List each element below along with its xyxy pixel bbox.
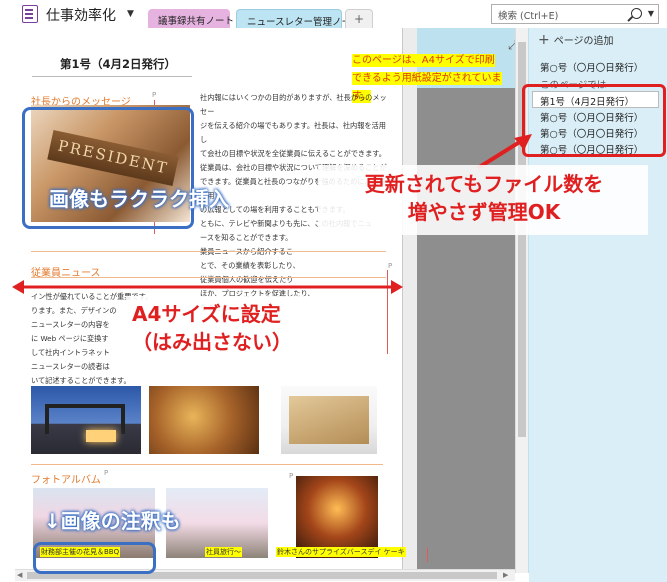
paragraph-handle[interactable]: P (388, 262, 392, 270)
annotation-line: A4サイズに設定 (132, 302, 281, 326)
section-divider (31, 464, 383, 465)
chevron-down-icon[interactable]: ▼ (648, 9, 654, 18)
text-line: ニュースレターの読者は (31, 362, 110, 371)
caption-highlight-box (33, 542, 156, 574)
annotation-line: 増やさず管理OK (407, 200, 561, 224)
text-line: て会社の目標や状況を全従業員に伝えることができます。 (200, 149, 386, 158)
page-title[interactable]: 第1号（4月2日発行） (60, 56, 176, 72)
annotation-image-insert: 画像もラクラク挿入 (49, 187, 229, 211)
annotation-line: （はみ出さない） (132, 330, 292, 354)
search-icon[interactable] (631, 8, 642, 19)
notebook-title[interactable]: 仕事効率化 (46, 5, 116, 25)
tab-newsletter[interactable]: ニュースレター管理ノート (236, 9, 361, 28)
paragraph-handle[interactable]: P (152, 91, 156, 99)
plus-icon: + (538, 32, 550, 48)
annotation-a4: A4サイズに設定 （はみ出さない） (132, 300, 292, 356)
cargo-photo[interactable] (281, 386, 377, 454)
photo-caption[interactable]: 社員旅行～ (205, 547, 242, 557)
cargo-box-shape (289, 396, 369, 444)
section-heading-photo-album[interactable]: フォトアルバム (31, 471, 101, 486)
paragraph-handle[interactable]: P (104, 469, 108, 477)
photo-caption[interactable]: 鈴木さんのサプライズバースデイ ケーキ (276, 547, 406, 557)
add-page-label: ページの追加 (553, 36, 614, 47)
search-placeholder: 検索 (Ctrl+E) (498, 11, 559, 22)
container-edge (427, 548, 428, 562)
notebook-icon (22, 5, 38, 23)
width-arrow-icon (12, 280, 403, 294)
paragraph-handle[interactable]: P (289, 472, 293, 480)
page-margin (403, 28, 417, 573)
chevron-down-icon[interactable]: ▼ (127, 9, 134, 19)
annotation-update: 更新されてもファイル数を 増やさず管理OK (334, 170, 634, 226)
section-divider (31, 251, 386, 252)
annotation-line: 更新されてもファイル数を (364, 172, 604, 196)
search-input[interactable]: 検索 (Ctrl+E) ▼ (491, 4, 659, 24)
birthday-cake-photo[interactable] (296, 476, 378, 558)
add-page-button[interactable]: + ページの追加 (538, 32, 614, 48)
title-bar: 仕事効率化 ▼ 議事録共有ノート ニュースレター管理ノート + 検索 (Ctrl… (0, 0, 667, 28)
text-line: 社内報にはいくつかの目的がありますが、社長からのメッセー (200, 93, 387, 116)
port-crane-photo[interactable] (31, 386, 141, 454)
text-line: 業員ニュースから紹介するこ (200, 245, 390, 259)
title-divider (32, 76, 192, 77)
scroll-right-icon[interactable]: ▶ (503, 571, 508, 579)
page-list-highlight-box (522, 84, 666, 157)
annotation-caption-note: ↓画像の注釈も (44, 509, 181, 533)
page-list-item[interactable]: 第○号（〇月〇日発行） (540, 60, 643, 74)
text-line: とで、その業績を表彰したり、 (200, 261, 300, 270)
scroll-left-icon[interactable]: ◀ (17, 571, 22, 579)
add-section-button[interactable]: + (345, 9, 373, 28)
note-line: このページは、A4サイズで印刷 (352, 54, 495, 67)
text-line: ジを伝える紹介の場でもあります。社長は、社内報を活用し (200, 121, 386, 144)
tab-meeting-notes[interactable]: 議事録共有ノート (148, 9, 234, 28)
gears-photo[interactable] (149, 386, 259, 454)
light-shape (86, 430, 116, 442)
